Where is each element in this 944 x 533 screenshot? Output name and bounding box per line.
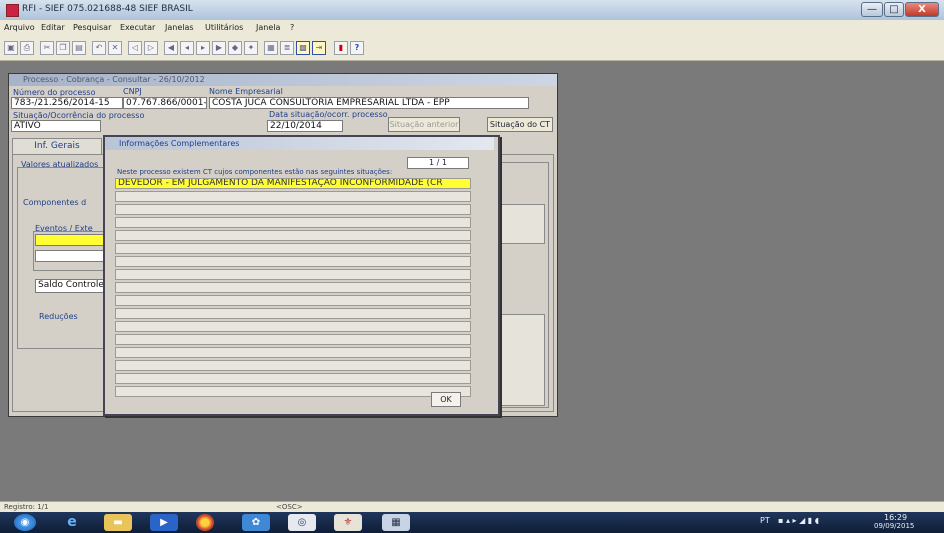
close-button[interactable]: X [905,2,939,17]
media-player-icon[interactable]: ▶ [150,514,178,531]
last-record-icon[interactable]: ◂ [180,41,194,55]
eventos-field[interactable] [35,250,105,262]
cnpj-field[interactable]: 07.767.866/0001-01 [123,97,207,109]
menu-editar[interactable]: Editar [41,23,65,32]
situation-row[interactable] [115,334,471,345]
list-icon[interactable]: ≣ [280,41,294,55]
situation-row[interactable] [115,282,471,293]
situation-row[interactable] [115,308,471,319]
situation-row[interactable] [115,321,471,332]
label-reducoes: Reduções [39,312,78,321]
status-mode: <OSC> [276,503,303,511]
explorer-icon[interactable]: ▬ [104,514,132,531]
start-orb-icon[interactable]: ◉ [14,514,36,531]
help-icon[interactable]: ? [350,41,364,55]
process-window-titlebar[interactable]: Processo - Cobrança - Consultar - 26/10/… [9,74,557,86]
execute-icon[interactable]: ✦ [244,41,258,55]
network-icon[interactable]: ✿ [242,514,270,531]
data-situacao-field[interactable]: 22/10/2014 [267,120,343,132]
situation-list: DEVEDOR - EM JULGAMENTO DA MANIFESTAÇÃO … [115,178,471,399]
word-icon[interactable]: ▦ [382,514,410,531]
situation-row[interactable] [115,204,471,215]
label-situacao: Situação/Ocorrência do processo [13,111,145,120]
right-inner-box-2 [501,314,545,406]
ok-button[interactable]: OK [431,392,461,407]
window-title: RFI - SIEF 075.021688-48 SIEF BRASIL [22,4,193,14]
menu-janelas[interactable]: Janelas [165,23,194,32]
situation-row[interactable] [115,347,471,358]
menu-executar[interactable]: Executar [120,23,155,32]
menu-pesquisar[interactable]: Pesquisar [73,23,111,32]
query-icon[interactable]: ◆ [228,41,242,55]
menu-janela[interactable]: Janela [256,23,280,32]
ie-icon[interactable]: e [58,514,86,531]
clock-date[interactable]: 09/09/2015 [874,522,914,530]
stop-icon[interactable]: ▮ [334,41,348,55]
undo-icon[interactable]: ↶ [92,41,106,55]
situation-row[interactable] [115,386,471,397]
status-record: Registro: 1/1 [4,503,49,511]
calendar-icon[interactable]: ▩ [296,41,310,55]
delete-icon[interactable]: ▶ [212,41,226,55]
dialog-message: Neste processo existem CT cujos componen… [117,168,393,176]
situation-row[interactable] [115,360,471,371]
copy-icon[interactable]: ❐ [56,41,70,55]
label-cnpj: CNPJ [123,87,142,96]
dialog-titlebar[interactable]: Informações Complementares [105,137,494,150]
cut-icon[interactable]: ✂ [40,41,54,55]
chrome-icon[interactable] [196,514,214,531]
menu-bar: Arquivo Editar Pesquisar Executar Janela… [0,20,944,36]
situacao-field[interactable]: ATIVO [11,120,101,132]
saldo-controle-field[interactable]: Saldo Controle [35,279,105,293]
exit-icon[interactable]: ⇥ [312,41,326,55]
situation-row[interactable] [115,230,471,241]
situation-row[interactable] [115,191,471,202]
situation-row[interactable] [115,243,471,254]
title-bar: RFI - SIEF 075.021688-48 SIEF BRASIL — □… [0,0,944,21]
label-nome-empresarial: Nome Empresarial [209,87,283,96]
situation-row[interactable] [115,256,471,267]
save-icon[interactable]: ▣ [4,41,18,55]
situation-row[interactable] [115,269,471,280]
next-record-icon[interactable]: ◀ [164,41,178,55]
nome-empresarial-field[interactable]: COSTA JUCA CONSULTORIA EMPRESARIAL LTDA … [209,97,529,109]
insert-icon[interactable]: ▸ [196,41,210,55]
language-indicator[interactable]: PT [760,516,770,525]
eventos-selected-field[interactable] [35,234,105,246]
clear-icon[interactable]: ✕ [108,41,122,55]
minimize-button[interactable]: — [861,2,883,17]
menu-utilitarios[interactable]: Utilitários [205,23,243,32]
page-indicator: 1 / 1 [407,157,469,169]
situation-row[interactable] [115,295,471,306]
label-numero-processo: Número do processo [13,88,96,97]
process-window-title: Processo - Cobrança - Consultar - 26/10/… [23,75,205,84]
sief-icon[interactable]: ⚜ [334,514,362,531]
situation-row[interactable] [115,217,471,228]
tray-icons[interactable]: ▪ ▴ ▸ ◢ ▮ ◖ [778,516,819,525]
toolbar: ▣ ⎙ ✂ ❐ ▤ ↶ ✕ ◁ ▷ ◀ ◂ ▸ ▶ ◆ ✦ ▦ ≣ ▩ ⇥ ▮ … [0,36,944,61]
menu-arquivo[interactable]: Arquivo [4,23,35,32]
numero-processo-field[interactable]: 783-/21.256/2014-15 [11,97,123,109]
maximize-button[interactable]: □ [884,2,904,17]
situacao-ct-button[interactable]: Situação do CT [487,117,553,132]
print-icon[interactable]: ⎙ [20,41,34,55]
app-icon [6,4,19,17]
situation-row-selected[interactable]: DEVEDOR - EM JULGAMENTO DA MANIFESTAÇÃO … [115,178,471,189]
situacao-anterior-button[interactable]: Situação anterior [388,117,460,132]
first-record-icon[interactable]: ◁ [128,41,142,55]
dialog-title: Informações Complementares [119,139,240,148]
tab-inf-gerais[interactable]: Inf. Gerais [12,138,102,154]
situation-row[interactable] [115,373,471,384]
clock-time[interactable]: 16:29 [884,513,907,522]
prev-record-icon[interactable]: ▷ [144,41,158,55]
menu-help[interactable]: ? [290,23,294,32]
windows-taskbar: ◉ e ▬ ▶ ✿ ◎ ⚜ ▦ PT ▪ ▴ ▸ ◢ ▮ ◖ 16:29 09/… [0,512,944,533]
label-componentes: Componentes d [23,198,87,207]
filter-icon[interactable]: ▦ [264,41,278,55]
info-complementares-dialog: Informações Complementares 1 / 1 Neste p… [103,135,500,416]
right-inner-box [501,204,545,244]
label-data-situacao: Data situação/ocorr. processo [269,110,388,119]
outlook-icon[interactable]: ◎ [288,514,316,531]
paste-icon[interactable]: ▤ [72,41,86,55]
